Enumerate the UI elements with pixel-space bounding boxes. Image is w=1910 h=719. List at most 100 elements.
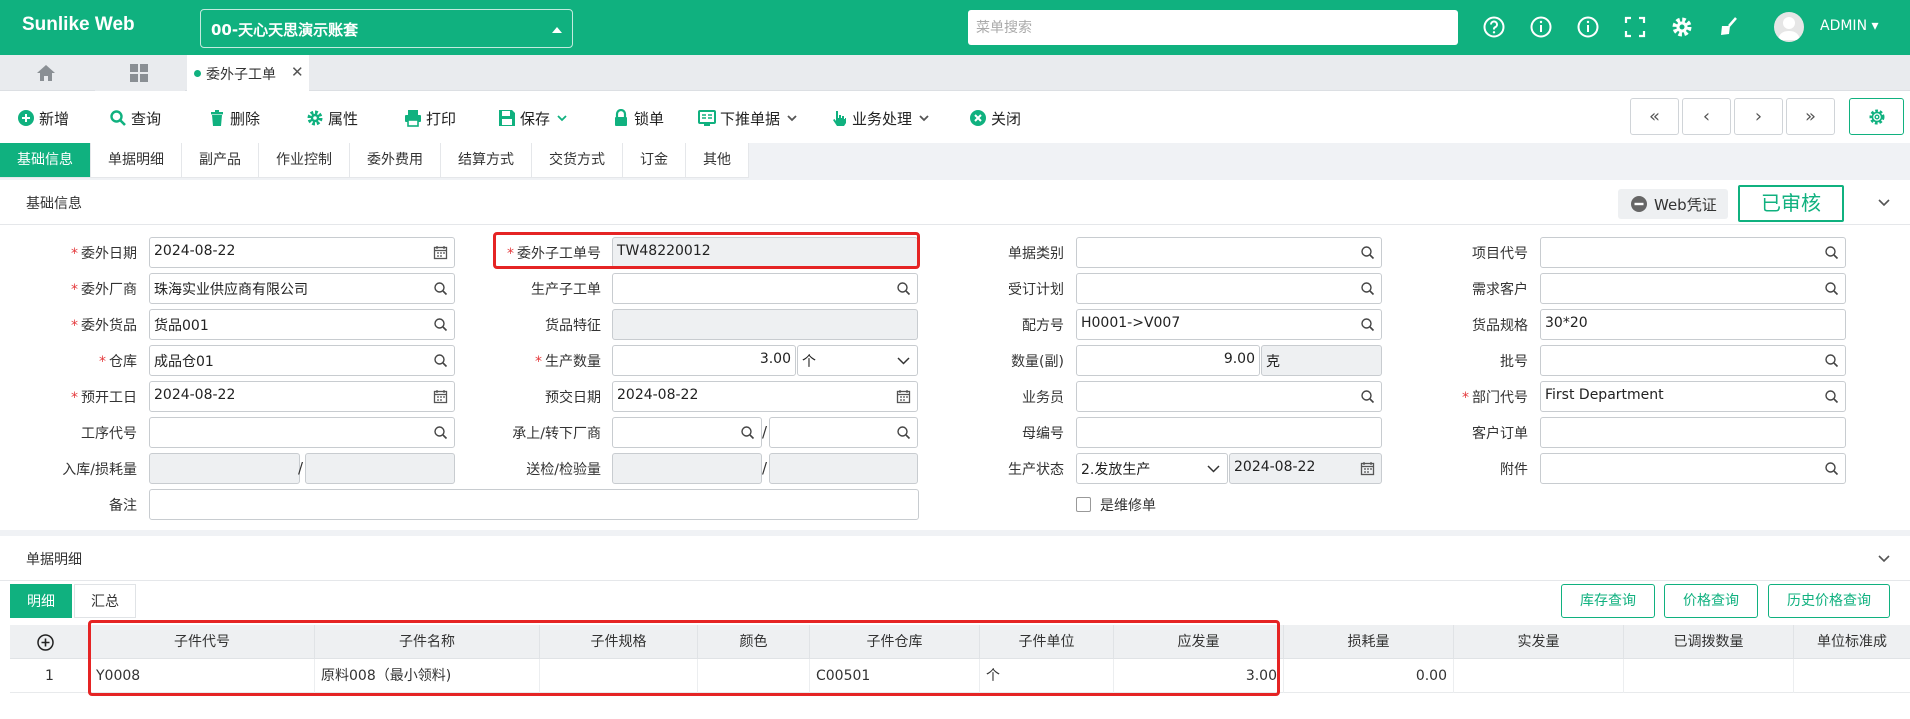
tab-outsource-fee[interactable]: 委外费用: [350, 143, 441, 178]
push-down-button[interactable]: 下推单据: [698, 107, 798, 129]
cell-sub-warehouse[interactable]: C00501: [810, 659, 980, 693]
tab-operation-control[interactable]: 作业控制: [259, 143, 350, 178]
chevron-down-icon[interactable]: [1876, 551, 1892, 567]
query-button[interactable]: 查询: [109, 107, 161, 129]
stock-query-button[interactable]: 库存查询: [1561, 584, 1655, 618]
plan-start-input[interactable]: 2024-08-22: [149, 381, 455, 412]
account-select[interactable]: 00-天心天思演示账套: [200, 9, 573, 48]
next-record-button[interactable]: ›: [1734, 98, 1783, 135]
cell-issued[interactable]: [1454, 659, 1624, 693]
outsource-goods-input[interactable]: 货品001: [149, 309, 455, 340]
home-tab[interactable]: [0, 55, 92, 91]
business-process-button[interactable]: 业务处理: [830, 107, 930, 129]
prod-qty-unit-select[interactable]: 个: [797, 345, 918, 376]
goods-spec-input[interactable]: 30*20: [1540, 309, 1846, 340]
qty-sub-input[interactable]: 9.00: [1076, 345, 1260, 376]
table-row[interactable]: 1 Y0008 原料008（最小领料) C00501 个 3.00 0.00: [10, 659, 1910, 693]
cell-sub-unit[interactable]: 个: [980, 659, 1114, 693]
is-repair-checkbox[interactable]: [1076, 497, 1091, 512]
customer-order-input[interactable]: [1540, 417, 1846, 448]
save-button[interactable]: 保存: [498, 107, 568, 129]
broom-icon[interactable]: [1716, 14, 1742, 40]
print-button[interactable]: 打印: [404, 107, 456, 129]
tab-other[interactable]: 其他: [686, 143, 749, 178]
col-sub-warehouse[interactable]: 子件仓库: [810, 625, 980, 659]
cell-std-cost[interactable]: [1794, 659, 1910, 693]
close-tab-icon[interactable]: ✕: [291, 63, 304, 81]
warehouse-input[interactable]: 成品仓01: [149, 345, 455, 376]
outsource-vendor-input[interactable]: 珠海实业供应商有限公司: [149, 273, 455, 304]
help-icon[interactable]: [1481, 14, 1507, 40]
about-icon[interactable]: [1575, 14, 1601, 40]
prod-qty-input[interactable]: 3.00: [612, 345, 796, 376]
subtab-detail[interactable]: 明细: [10, 584, 72, 618]
price-query-button[interactable]: 价格查询: [1664, 584, 1758, 618]
avatar[interactable]: [1774, 12, 1804, 42]
tab-delivery[interactable]: 交货方式: [532, 143, 623, 178]
tab-deposit[interactable]: 订金: [623, 143, 686, 178]
lock-button[interactable]: 锁单: [612, 107, 664, 129]
new-button[interactable]: 新增: [17, 107, 69, 129]
chevron-down-icon[interactable]: [1876, 195, 1892, 211]
parent-no-input[interactable]: [1076, 417, 1382, 448]
prod-status-select[interactable]: 2.发放生产: [1076, 453, 1228, 484]
properties-button[interactable]: 属性: [306, 107, 358, 129]
close-button[interactable]: 关闭: [969, 107, 1021, 129]
plan-delivery-input[interactable]: 2024-08-22: [612, 381, 918, 412]
tab-basic-info[interactable]: 基础信息: [0, 143, 91, 178]
menu-search-input[interactable]: [968, 10, 1458, 45]
user-menu[interactable]: ADMIN ▾: [1820, 18, 1879, 34]
history-price-query-button[interactable]: 历史价格查询: [1768, 584, 1890, 618]
col-sub-unit[interactable]: 子件单位: [980, 625, 1114, 659]
page-settings-button[interactable]: [1849, 98, 1904, 135]
col-transferred[interactable]: 已调拨数量: [1624, 625, 1794, 659]
settings-icon[interactable]: [1669, 14, 1695, 40]
col-issued[interactable]: 实发量: [1454, 625, 1624, 659]
fullscreen-icon[interactable]: [1622, 14, 1648, 40]
tab-by-products[interactable]: 副产品: [182, 143, 259, 178]
add-row-button[interactable]: [10, 625, 90, 659]
last-record-button[interactable]: »: [1786, 98, 1835, 135]
process-code-input[interactable]: [149, 417, 455, 448]
apps-tab[interactable]: [95, 55, 185, 91]
tab-settlement[interactable]: 结算方式: [441, 143, 532, 178]
delete-button[interactable]: 删除: [208, 107, 260, 129]
order-plan-input[interactable]: [1076, 273, 1382, 304]
cell-transferred[interactable]: [1624, 659, 1794, 693]
col-sub-code[interactable]: 子件代号: [90, 625, 315, 659]
dept-code-input[interactable]: First Department: [1540, 381, 1846, 412]
cell-sub-spec[interactable]: [540, 659, 698, 693]
col-std-cost[interactable]: 单位标准成: [1794, 625, 1910, 659]
doc-type-input[interactable]: [1076, 237, 1382, 268]
push-down-label: 下推单据: [720, 109, 781, 128]
salesman-input[interactable]: [1076, 381, 1382, 412]
basic-info-header: 基础信息 Web凭证 已审核: [0, 180, 1910, 225]
prod-sub-order-input[interactable]: [612, 273, 918, 304]
cell-sub-code[interactable]: Y0008: [90, 659, 315, 693]
col-sub-spec[interactable]: 子件规格: [540, 625, 698, 659]
cell-sub-name[interactable]: 原料008（最小领料): [315, 659, 540, 693]
col-loss[interactable]: 损耗量: [1284, 625, 1454, 659]
up-vendor-input[interactable]: [612, 417, 762, 448]
demand-customer-input[interactable]: [1540, 273, 1846, 304]
outsource-date-input[interactable]: 2024-08-22: [149, 237, 455, 268]
subtab-summary[interactable]: 汇总: [74, 584, 136, 618]
first-record-button[interactable]: «: [1630, 98, 1679, 135]
web-voucher-button[interactable]: Web凭证: [1618, 189, 1728, 219]
prev-record-button[interactable]: ‹: [1682, 98, 1731, 135]
formula-no-input[interactable]: H0001->V007: [1076, 309, 1382, 340]
batch-no-input[interactable]: [1540, 345, 1846, 376]
col-color[interactable]: 颜色: [698, 625, 810, 659]
attachment-input[interactable]: [1540, 453, 1846, 484]
down-vendor-input[interactable]: [769, 417, 918, 448]
cell-qty-due[interactable]: 3.00: [1114, 659, 1284, 693]
tab-outsource-sub-order[interactable]: 委外子工单 ✕: [187, 55, 309, 91]
cell-loss[interactable]: 0.00: [1284, 659, 1454, 693]
cell-color[interactable]: [698, 659, 810, 693]
col-sub-name[interactable]: 子件名称: [315, 625, 540, 659]
tab-doc-detail[interactable]: 单据明细: [91, 143, 182, 178]
remark-input[interactable]: [149, 489, 919, 520]
info-icon[interactable]: [1528, 14, 1554, 40]
project-code-input[interactable]: [1540, 237, 1846, 268]
col-qty-due[interactable]: 应发量: [1114, 625, 1284, 659]
